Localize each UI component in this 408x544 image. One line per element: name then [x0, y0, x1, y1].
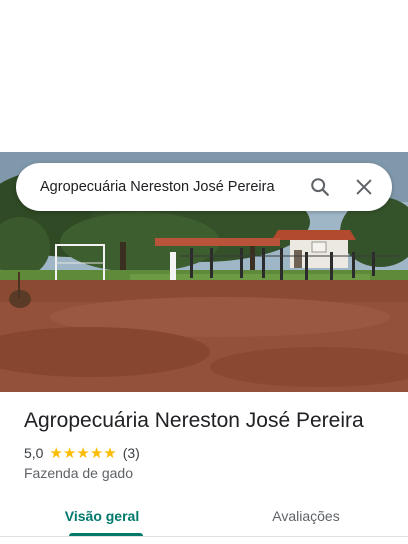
tabs-divider — [0, 536, 408, 537]
star-icon: ★ — [76, 444, 90, 462]
rating-value: 5,0 — [24, 445, 44, 461]
place-title: Agropecuária Nereston José Pereira — [24, 409, 364, 432]
tab-overview[interactable]: Visão geral — [0, 496, 204, 536]
search-button[interactable] — [298, 163, 342, 211]
rating-stars: ★ ★ ★ ★ ★ — [49, 446, 116, 461]
search-bar[interactable]: Agropecuária Nereston José Pereira — [16, 163, 392, 211]
place-tabs: Visão geral Avaliações — [0, 496, 408, 536]
star-icon: ★ — [49, 444, 63, 462]
tab-label: Visão geral — [64, 508, 140, 524]
review-count[interactable]: (3) — [123, 445, 140, 461]
star-icon: ★ — [62, 444, 77, 462]
clear-search-button[interactable] — [342, 163, 386, 211]
rating-row[interactable]: 5,0 ★ ★ ★ ★ ★ (3) — [24, 444, 140, 462]
search-icon — [311, 178, 329, 196]
place-page: Agropecuária Nereston José Pereira Agrop… — [0, 0, 408, 544]
tab-reviews[interactable]: Avaliações — [204, 496, 408, 536]
star-icon: ★ — [89, 444, 104, 462]
close-icon — [356, 179, 372, 195]
place-category[interactable]: Fazenda de gado — [24, 465, 133, 481]
search-input[interactable]: Agropecuária Nereston José Pereira — [16, 179, 298, 195]
tab-label: Avaliações — [272, 508, 340, 524]
star-icon: ★ — [103, 444, 117, 462]
